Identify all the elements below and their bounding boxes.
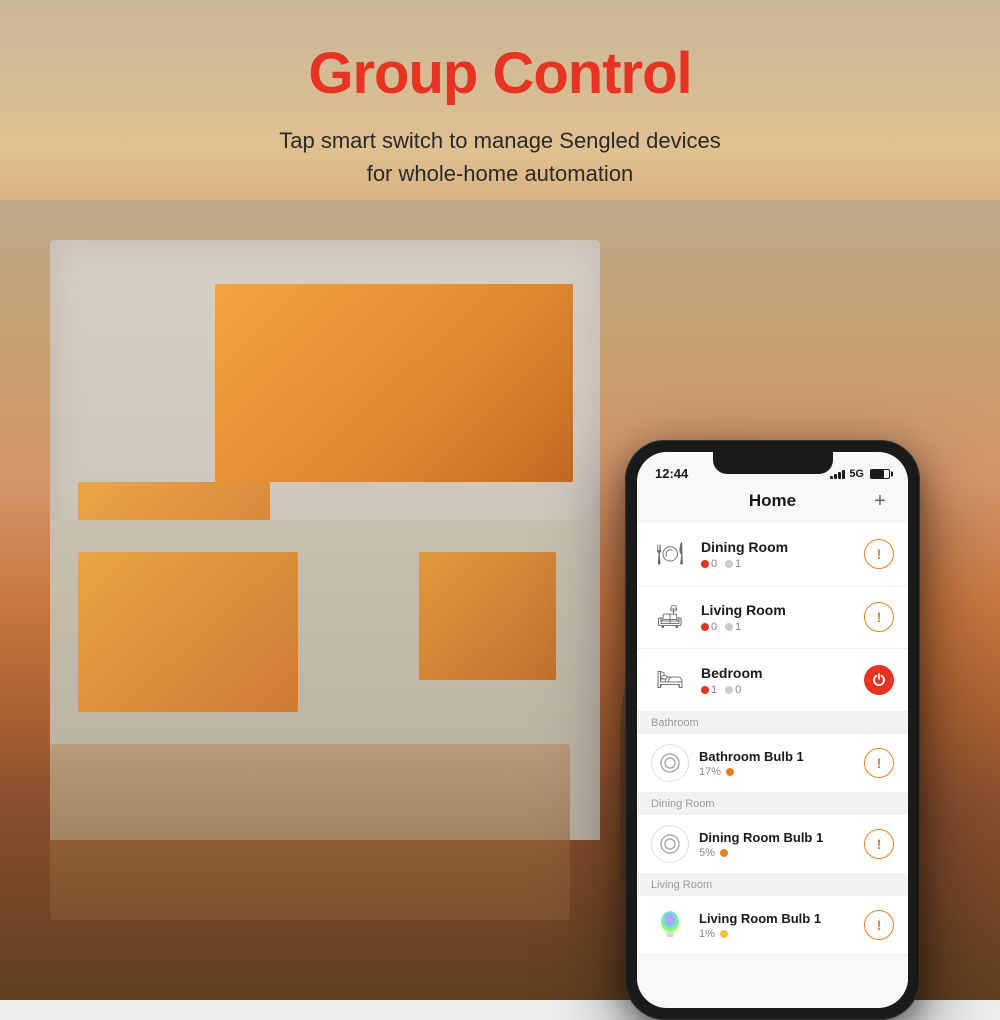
bulb-stats-bathroom1: 17%	[699, 766, 854, 778]
section-header-dining-bulb: Dining Room	[637, 793, 908, 815]
page-wrapper: Group Control Tap smart switch to manage…	[0, 0, 1000, 1000]
bulb-info-dining1: Dining Room Bulb 1 5%	[699, 830, 854, 859]
signal-bars	[830, 469, 845, 479]
window-upper	[215, 284, 573, 482]
color-bulb-icon	[657, 909, 683, 941]
section-header-bathroom: Bathroom	[637, 712, 908, 734]
network-type: 5G	[849, 468, 864, 480]
room-name-bedroom: Bedroom	[701, 665, 852, 681]
add-room-button[interactable]: +	[868, 489, 892, 513]
bulb-stats-living1: 1%	[699, 928, 854, 940]
dot-orange-bathroom1	[726, 768, 734, 776]
section-header-living-bulb: Living Room	[637, 874, 908, 896]
bulb-name-dining1: Dining Room Bulb 1	[699, 830, 854, 845]
bulb-item-living1[interactable]: Living Room Bulb 1 1% !	[637, 896, 908, 955]
page-subtitle: Tap smart switch to manage Sengled devic…	[20, 124, 980, 190]
room-item-bedroom[interactable]: 🛏 Bedroom 1 0	[637, 649, 908, 712]
phone-screen: 12:44 5G	[637, 452, 908, 1008]
power-icon	[872, 673, 886, 687]
stat-on-bedroom: 0	[725, 684, 741, 696]
ring-bulb-icon	[659, 752, 681, 774]
room-list[interactable]: 🍽 Dining Room 0 1	[637, 523, 908, 989]
bulb-stats-dining1: 5%	[699, 847, 854, 859]
bulb-icon-living1	[651, 906, 689, 944]
dot-yellow-living1	[720, 930, 728, 938]
room-icon-dining: 🍽	[651, 535, 689, 573]
battery-fill	[871, 470, 884, 478]
dot-red-bedroom	[701, 686, 709, 694]
pool	[50, 744, 570, 920]
bulb-item-dining1[interactable]: Dining Room Bulb 1 5% !	[637, 815, 908, 874]
bulb-icon-bathroom1	[651, 744, 689, 782]
stat-off-bedroom: 1	[701, 684, 717, 696]
warn-button-dining[interactable]: !	[864, 539, 894, 569]
signal-bar-2	[834, 474, 837, 479]
app-title: Home	[677, 491, 868, 511]
battery-icon	[870, 469, 890, 479]
phone-container: 12:44 5G	[625, 440, 920, 1020]
bulb-name-bathroom1: Bathroom Bulb 1	[699, 749, 854, 764]
bulb-item-bathroom1[interactable]: Bathroom Bulb 1 17% !	[637, 734, 908, 793]
room-name-living: Living Room	[701, 602, 852, 618]
bulb-info-bathroom1: Bathroom Bulb 1 17%	[699, 749, 854, 778]
warn-button-living1[interactable]: !	[864, 910, 894, 940]
room-item-dining[interactable]: 🍽 Dining Room 0 1	[637, 523, 908, 586]
stat-on-living: 1	[725, 621, 741, 633]
room-info-bedroom: Bedroom 1 0	[701, 665, 852, 696]
dot-red-dining	[701, 560, 709, 568]
room-icon-bedroom: 🛏	[651, 661, 689, 699]
bulb-info-living1: Living Room Bulb 1 1%	[699, 911, 854, 940]
status-time: 12:44	[655, 466, 688, 481]
window-ground-right	[419, 552, 557, 680]
dot-gray-living	[725, 623, 733, 631]
warn-button-bathroom1[interactable]: !	[864, 748, 894, 778]
app-header: Home +	[637, 485, 908, 523]
bulb-name-living1: Living Room Bulb 1	[699, 911, 854, 926]
stat-on-dining: 1	[725, 558, 741, 570]
page-title: Group Control	[20, 42, 980, 106]
room-stats-living: 0 1	[701, 621, 852, 633]
status-icons: 5G	[830, 468, 890, 480]
signal-bar-4	[842, 470, 845, 479]
stat-off-dining: 0	[701, 558, 717, 570]
header-section: Group Control Tap smart switch to manage…	[0, 0, 1000, 210]
warn-button-living[interactable]: !	[864, 602, 894, 632]
dot-red-living	[701, 623, 709, 631]
dot-orange-dining1	[720, 849, 728, 857]
warn-button-dining1[interactable]: !	[864, 829, 894, 859]
room-stats-dining: 0 1	[701, 558, 852, 570]
dot-gray-bedroom	[725, 686, 733, 694]
room-info-living: Living Room 0 1	[701, 602, 852, 633]
room-name-dining: Dining Room	[701, 539, 852, 555]
bulb-icon-dining1	[651, 825, 689, 863]
room-item-living[interactable]: 🛋 Living Room 0 1	[637, 586, 908, 649]
phone-notch	[713, 452, 833, 474]
dot-gray-dining	[725, 560, 733, 568]
power-button-bedroom[interactable]	[864, 665, 894, 695]
room-stats-bedroom: 1 0	[701, 684, 852, 696]
ring-bulb-icon-2	[659, 833, 681, 855]
phone-outer: 12:44 5G	[625, 440, 920, 1020]
signal-bar-1	[830, 476, 833, 479]
stat-off-living: 0	[701, 621, 717, 633]
room-icon-living: 🛋	[651, 598, 689, 636]
room-info-dining: Dining Room 0 1	[701, 539, 852, 570]
signal-bar-3	[838, 472, 841, 479]
window-ground	[78, 552, 298, 712]
